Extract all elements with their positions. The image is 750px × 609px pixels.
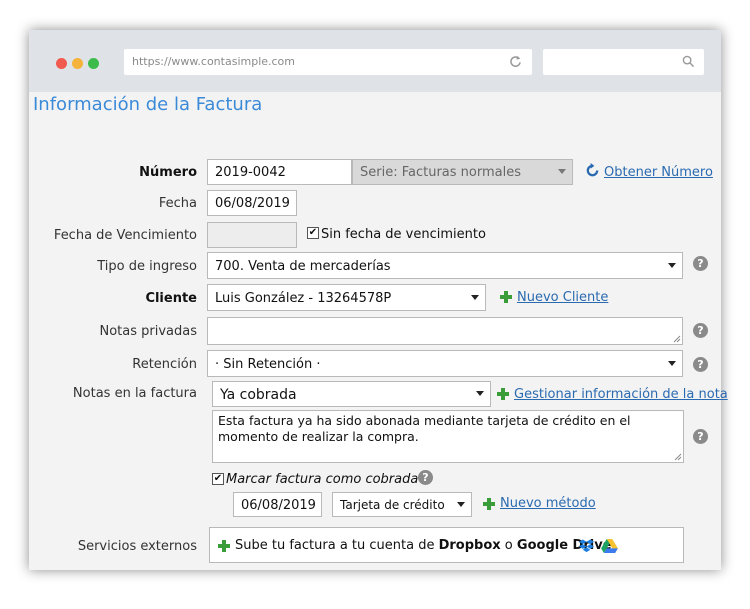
tipo-ingreso-label: Tipo de ingreso (97, 259, 197, 274)
numero-label: Número (139, 165, 197, 180)
vencimiento-label: Fecha de Vencimiento (53, 228, 197, 243)
servicios-o: o (504, 538, 513, 553)
servicios-panel: Sube tu factura a tu cuenta de Dropbox o… (209, 527, 684, 563)
nuevo-cliente-link[interactable]: Nuevo Cliente (517, 290, 608, 305)
resize-handle-icon[interactable] (674, 453, 682, 461)
retencion-select[interactable]: · Sin Retención · (207, 350, 683, 377)
google-drive-icon[interactable] (601, 539, 618, 553)
notas-factura-select-value: Ya cobrada (220, 387, 297, 403)
notas-factura-label: Notas en la factura (72, 386, 197, 401)
add-icon[interactable] (497, 388, 509, 400)
dropbox-icon[interactable] (579, 539, 594, 553)
close-window-dot[interactable] (56, 58, 67, 69)
address-bar[interactable]: https://www.contasimple.com (124, 49, 532, 75)
serie-value: Serie: Facturas normales (360, 165, 521, 180)
tipo-ingreso-select[interactable]: 700. Venta de mercaderías (207, 252, 683, 279)
notas-factura-text: Esta factura ya ha sido abonada mediante… (218, 413, 631, 444)
add-icon[interactable] (500, 291, 512, 303)
fecha-input[interactable]: 06/08/2019 (207, 190, 297, 216)
chevron-down-icon (668, 360, 676, 366)
sin-vencimiento-label: Sin fecha de vencimiento (321, 227, 486, 242)
notas-factura-textarea[interactable]: Esta factura ya ha sido abonada mediante… (212, 410, 684, 463)
chevron-down-icon (471, 294, 479, 300)
google-drive-link[interactable]: Google Drive (517, 538, 612, 553)
browser-search-bar[interactable] (543, 49, 704, 75)
servicios-text: Sube tu factura a tu cuenta de Dropbox o… (235, 538, 612, 553)
reload-icon[interactable] (509, 55, 522, 68)
cliente-value: Luis González - 13264578P (215, 291, 392, 306)
cobrada-date-value: 06/08/2019 (241, 498, 316, 513)
dropbox-link[interactable]: Dropbox (439, 538, 501, 553)
metodo-select[interactable]: Tarjeta de crédito (332, 492, 472, 517)
help-icon[interactable]: ? (693, 429, 708, 444)
search-icon (682, 55, 695, 68)
minimize-window-dot[interactable] (72, 58, 83, 69)
chevron-down-icon (457, 501, 465, 507)
tipo-ingreso-value: 700. Venta de mercaderías (215, 259, 391, 274)
maximize-window-dot[interactable] (88, 58, 99, 69)
metodo-value: Tarjeta de crédito (340, 498, 445, 512)
nuevo-metodo-link[interactable]: Nuevo método (500, 496, 596, 511)
notas-privadas-textarea[interactable] (207, 317, 683, 345)
help-icon[interactable]: ? (693, 323, 708, 338)
marcar-cobrada-checkbox[interactable]: ✔ (212, 473, 224, 485)
retencion-value: · Sin Retención · (215, 357, 321, 372)
retencion-label: Retención (132, 357, 197, 372)
resize-handle-icon[interactable] (673, 335, 681, 343)
gestionar-nota-link[interactable]: Gestionar información de la nota (514, 387, 728, 402)
chevron-down-icon (476, 391, 484, 396)
notas-factura-select[interactable]: Ya cobrada (212, 381, 491, 407)
help-icon[interactable]: ? (693, 256, 708, 271)
fecha-label: Fecha (158, 196, 197, 211)
cliente-select[interactable]: Luis González - 13264578P (207, 284, 486, 311)
servicios-prefix: Sube tu factura a tu cuenta de (235, 538, 435, 553)
fecha-value: 06/08/2019 (215, 196, 290, 211)
marcar-cobrada-label: Marcar factura como cobrada (226, 472, 419, 487)
obtener-numero-link[interactable]: Obtener Número (604, 165, 713, 180)
browser-window: https://www.contasimple.com Información … (29, 30, 728, 570)
numero-value: 2019-0042 (215, 165, 286, 180)
chevron-down-icon (668, 262, 676, 268)
serie-select[interactable]: Serie: Facturas normales (352, 159, 573, 185)
url-text: https://www.contasimple.com (132, 55, 296, 68)
chevron-down-icon (558, 169, 566, 174)
servicios-label: Servicios externos (77, 539, 197, 554)
notas-privadas-label: Notas privadas (99, 324, 197, 339)
cliente-label: Cliente (145, 291, 197, 306)
add-icon[interactable] (483, 498, 495, 510)
sin-vencimiento-checkbox[interactable]: ✔ (307, 227, 319, 239)
vencimiento-input[interactable] (207, 222, 297, 248)
refresh-icon[interactable] (585, 163, 600, 178)
browser-chrome: https://www.contasimple.com (29, 30, 721, 92)
help-icon[interactable]: ? (418, 470, 433, 485)
help-icon[interactable]: ? (693, 357, 708, 372)
cobrada-date-input[interactable]: 06/08/2019 (233, 492, 322, 517)
add-icon[interactable] (218, 540, 230, 552)
page-title: Información de la Factura (33, 94, 263, 115)
numero-input[interactable]: 2019-0042 (207, 159, 352, 185)
